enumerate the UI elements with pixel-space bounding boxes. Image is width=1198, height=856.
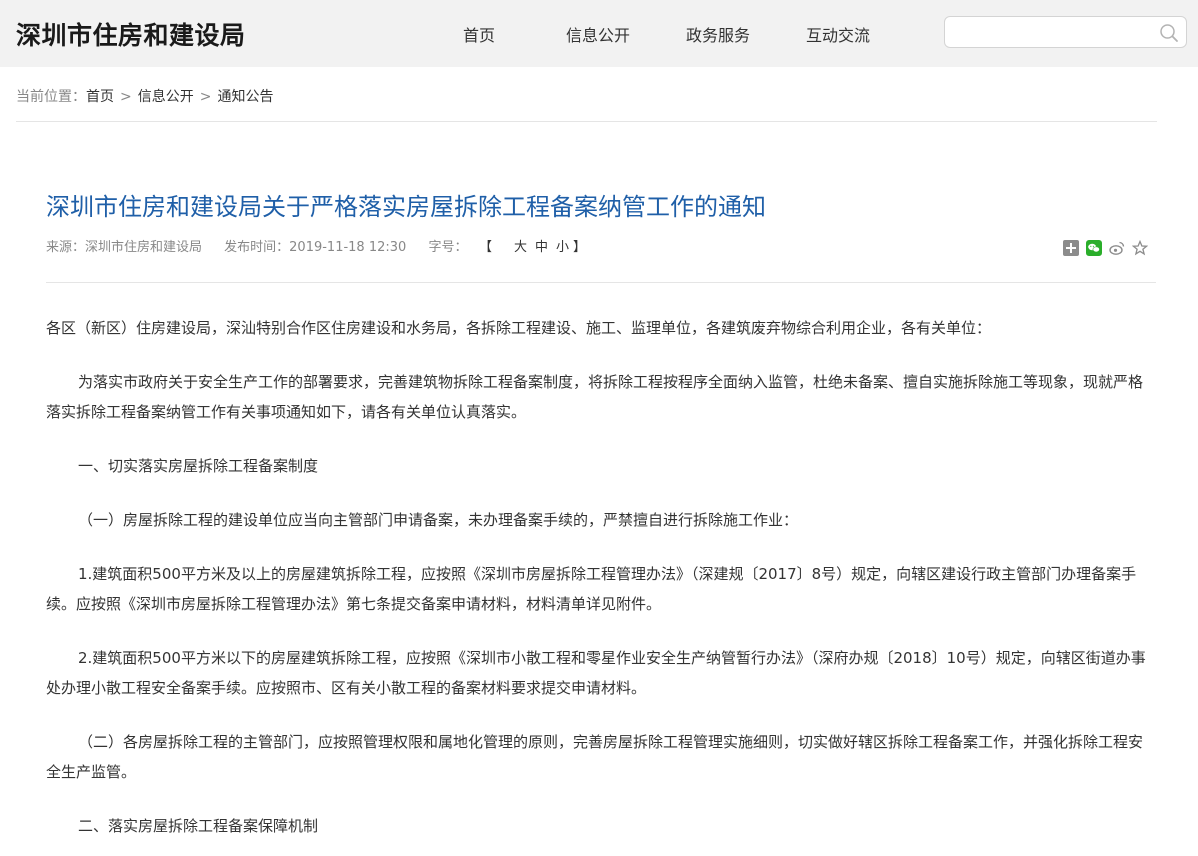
nav-government-services[interactable]: 政务服务 bbox=[686, 22, 750, 46]
breadcrumb-home[interactable]: 首页 bbox=[86, 89, 114, 105]
article-section-heading: 一、切实落实房屋拆除工程备案制度 bbox=[78, 457, 319, 475]
meta-divider bbox=[46, 282, 1156, 283]
breadcrumb: 当前位置：首页 > 信息公开 > 通知公告 bbox=[16, 86, 273, 106]
article-paragraph: 为落实市政府关于安全生产工作的部署要求，完善建筑物拆除工程备案制度，将拆除工程按… bbox=[46, 373, 1144, 421]
font-size-large[interactable]: 大 bbox=[514, 240, 527, 255]
nav-interaction[interactable]: 互动交流 bbox=[806, 22, 870, 46]
breadcrumb-notices[interactable]: 通知公告 bbox=[217, 89, 273, 105]
font-size-control: 字号： 【 大中小】 bbox=[428, 240, 604, 255]
article-title: 深圳市住房和建设局关于严格落实房屋拆除工程备案纳管工作的通知 bbox=[46, 193, 766, 221]
article-paragraph: 1.建筑面积500平方米及以上的房屋建筑拆除工程，应按照《深圳市房屋拆除工程管理… bbox=[46, 565, 1137, 613]
breadcrumb-separator: > bbox=[199, 89, 212, 105]
article-published-time: 发布时间：2019-11-18 12:30 bbox=[224, 240, 407, 255]
search-box bbox=[944, 16, 1187, 48]
share-plus-icon[interactable] bbox=[1063, 240, 1079, 256]
font-size-medium[interactable]: 中 bbox=[535, 240, 548, 255]
article-paragraph: （一）房屋拆除工程的建设单位应当向主管部门申请备案，未办理备案手续的，严禁擅自进… bbox=[78, 511, 799, 529]
search-icon[interactable] bbox=[1159, 23, 1179, 43]
weibo-icon[interactable] bbox=[1109, 240, 1125, 256]
font-size-small[interactable]: 小 bbox=[556, 240, 569, 255]
article-body: 各区（新区）住房建设局，深汕特别合作区住房建设和水务局，各拆除工程建设、施工、监… bbox=[46, 313, 1156, 841]
breadcrumb-prefix: 当前位置： bbox=[16, 89, 86, 105]
breadcrumb-separator: > bbox=[120, 89, 132, 105]
font-size-bracket-open: 【 bbox=[485, 240, 492, 255]
nav-info-disclosure[interactable]: 信息公开 bbox=[566, 22, 630, 46]
breadcrumb-info-disclosure[interactable]: 信息公开 bbox=[138, 89, 194, 105]
font-size-bracket-close: 】 bbox=[573, 240, 587, 255]
article-meta: 来源：深圳市住房和建设局 发布时间：2019-11-18 12:30 字号： 【 大… bbox=[46, 236, 622, 255]
article-section-heading: 二、落实房屋拆除工程备案保障机制 bbox=[78, 817, 319, 835]
article-source: 来源：深圳市住房和建设局 bbox=[46, 240, 203, 255]
article-paragraph: （二）各房屋拆除工程的主管部门，应按照管理权限和属地化管理的原则，完善房屋拆除工… bbox=[46, 733, 1144, 781]
site-header: 深圳市住房和建设局 首页 信息公开 政务服务 互动交流 bbox=[0, 0, 1198, 67]
font-size-label: 字号： bbox=[428, 240, 468, 255]
article-paragraph: 各区（新区）住房建设局，深汕特别合作区住房建设和水务局，各拆除工程建设、施工、监… bbox=[46, 319, 992, 337]
wechat-icon[interactable] bbox=[1086, 240, 1102, 256]
search-input[interactable] bbox=[953, 21, 1153, 43]
site-title[interactable]: 深圳市住房和建设局 bbox=[16, 16, 246, 52]
nav-home[interactable]: 首页 bbox=[463, 22, 495, 46]
favorite-star-icon[interactable] bbox=[1131, 239, 1149, 256]
breadcrumb-divider bbox=[16, 121, 1157, 122]
article-paragraph: 2.建筑面积500平方米以下的房屋建筑拆除工程，应按照《深圳市小散工程和零星作业… bbox=[46, 649, 1146, 697]
